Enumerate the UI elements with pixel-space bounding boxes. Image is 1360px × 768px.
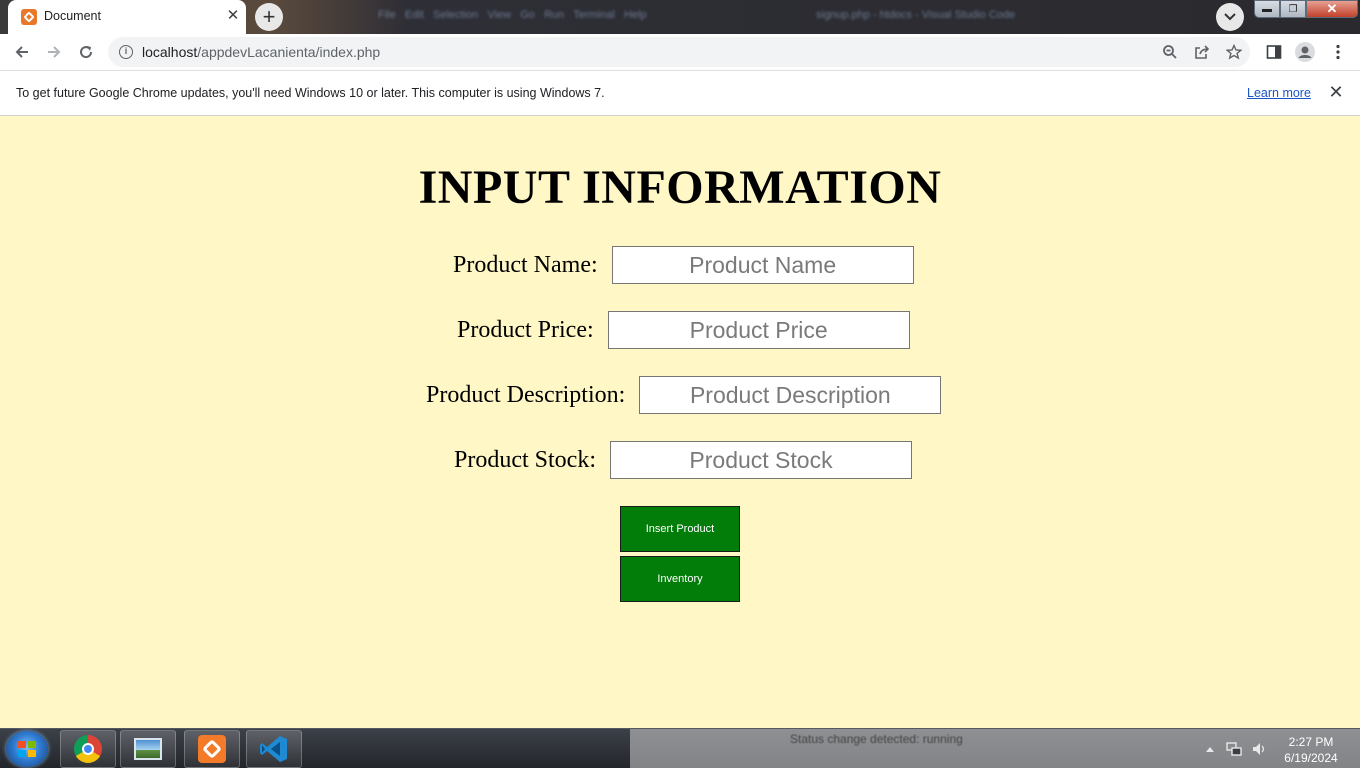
zoom-icon[interactable] — [1160, 42, 1180, 62]
xampp-favicon-icon — [21, 9, 37, 25]
product-price-input[interactable] — [607, 311, 910, 349]
update-infobar: To get future Google Chrome updates, you… — [0, 70, 1360, 116]
insert-product-button[interactable]: Insert Product — [620, 506, 740, 552]
product-description-input[interactable] — [639, 376, 942, 414]
taskbar-clock[interactable]: 2:27 PM 6/19/2024 — [1276, 734, 1346, 766]
side-panel-button[interactable] — [1262, 40, 1286, 64]
product-stock-label: Product Stock: — [454, 446, 596, 473]
tab-close-icon[interactable]: ✕ — [224, 7, 242, 25]
forward-button[interactable] — [42, 40, 66, 64]
chrome-menu-button[interactable] — [1326, 40, 1350, 64]
volume-icon[interactable] — [1251, 741, 1267, 757]
clock-date: 6/19/2024 — [1284, 751, 1338, 765]
photo-viewer-icon — [134, 738, 162, 760]
new-tab-button[interactable]: + — [255, 3, 283, 31]
page-title: INPUT INFORMATION — [418, 161, 942, 214]
arrow-right-icon — [48, 46, 61, 58]
taskbar-photo-viewer[interactable] — [120, 730, 176, 768]
taskbar-chrome[interactable] — [60, 730, 116, 768]
url-text: localhost/appdevLacanienta/index.php — [142, 44, 381, 60]
share-icon[interactable] — [1192, 42, 1212, 62]
browser-titlebar: File Edit Selection View Go Run Terminal… — [0, 0, 1360, 34]
side-panel-icon — [1266, 45, 1282, 59]
reload-button[interactable] — [74, 40, 98, 64]
bookmark-star-icon[interactable] — [1224, 42, 1244, 62]
taskbar-xampp[interactable] — [184, 730, 240, 768]
chrome-icon — [74, 735, 102, 763]
close-window-button[interactable]: ✕ — [1306, 0, 1358, 18]
start-button[interactable] — [6, 731, 48, 767]
kebab-menu-icon — [1336, 44, 1340, 60]
back-button[interactable] — [10, 40, 34, 64]
product-name-row: Product Name: — [0, 246, 1360, 284]
window-controls: ▬ ❐ ✕ — [1254, 0, 1358, 18]
product-name-input[interactable] — [611, 246, 914, 284]
tab-title: Document — [44, 9, 101, 23]
browser-toolbar: i localhost/appdevLacanienta/index.php — [0, 34, 1360, 70]
product-price-row: Product Price: — [0, 311, 1360, 349]
clock-time: 2:27 PM — [1288, 735, 1334, 749]
inventory-button[interactable]: Inventory — [620, 556, 740, 602]
product-name-label: Product Name: — [453, 251, 598, 278]
network-icon[interactable] — [1226, 741, 1242, 757]
product-price-label: Product Price: — [457, 316, 594, 343]
product-description-row: Product Description: — [0, 376, 1360, 414]
browser-tab-document[interactable]: Document ✕ — [8, 0, 246, 34]
background-window-title: signup.php - htdocs - Visual Studio Code — [816, 9, 1016, 21]
infobar-message: To get future Google Chrome updates, you… — [16, 86, 605, 100]
xampp-icon — [198, 735, 226, 763]
chevron-down-icon — [1224, 13, 1236, 21]
background-window-text: Status change detected: running — [790, 732, 963, 746]
reload-icon — [80, 46, 93, 59]
product-stock-row: Product Stock: — [0, 441, 1360, 479]
site-info-icon[interactable]: i — [119, 45, 133, 59]
learn-more-link[interactable]: Learn more — [1247, 86, 1311, 100]
profile-button[interactable] — [1293, 40, 1317, 64]
restore-button[interactable]: ❐ — [1280, 0, 1306, 18]
infobar-close-icon[interactable]: ✕ — [1326, 82, 1346, 103]
background-window-menu: File Edit Selection View Go Run Terminal… — [378, 9, 647, 21]
show-hidden-icons-icon[interactable] — [1205, 745, 1215, 753]
vscode-icon — [260, 736, 287, 762]
tab-search-button[interactable] — [1216, 3, 1244, 31]
product-stock-input[interactable] — [610, 441, 912, 479]
address-bar[interactable]: i localhost/appdevLacanienta/index.php — [108, 37, 1250, 67]
page-content: INPUT INFORMATION Product Name: Product … — [0, 116, 1360, 728]
profile-avatar-icon — [1295, 42, 1315, 62]
windows-taskbar: Status change detected: running 2:27 PM … — [0, 728, 1360, 768]
taskbar-vscode[interactable] — [246, 730, 302, 768]
product-description-label: Product Description: — [426, 381, 626, 408]
minimize-button[interactable]: ▬ — [1254, 0, 1280, 18]
arrow-left-icon — [15, 46, 28, 58]
